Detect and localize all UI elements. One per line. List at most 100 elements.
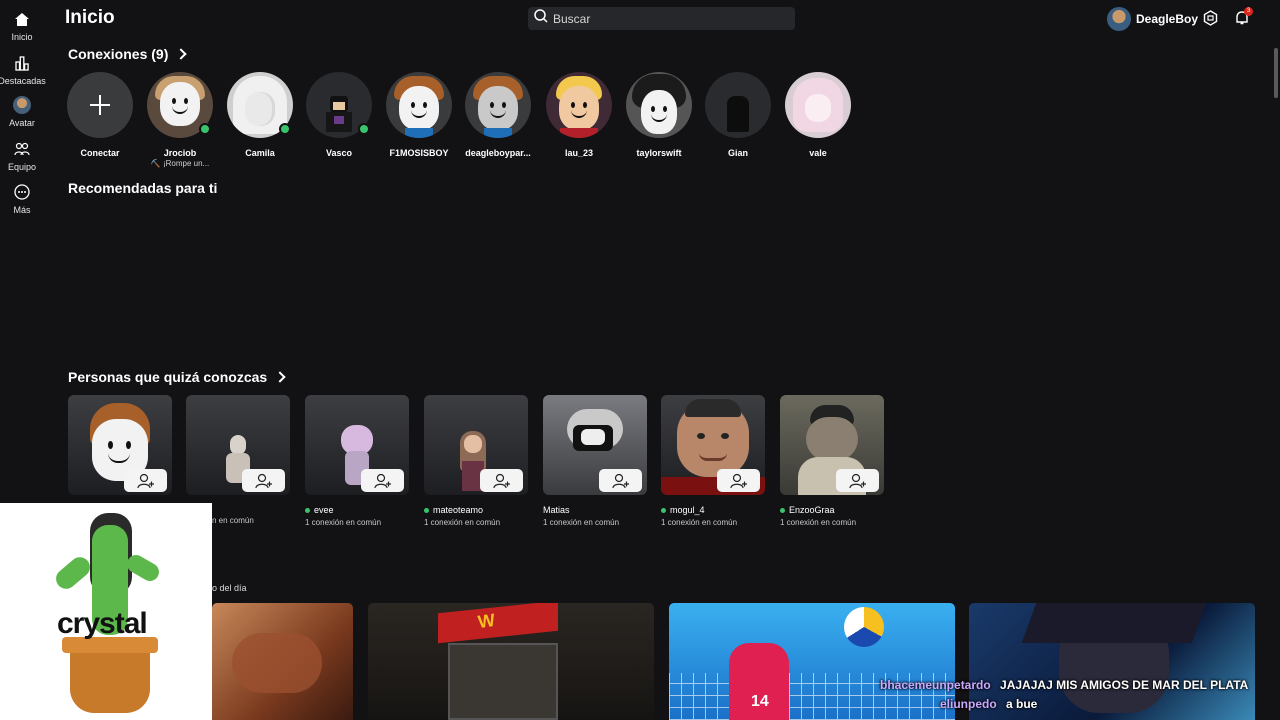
person-name: mateoteamo xyxy=(424,505,528,515)
person-card[interactable] xyxy=(186,395,290,495)
connection-name: taylorswift xyxy=(636,148,682,158)
add-friend-button[interactable] xyxy=(361,469,404,492)
sidebar-item-charts[interactable]: Destacadas xyxy=(0,54,46,86)
person-card[interactable]: Matias 1 conexión en común xyxy=(543,395,647,527)
online-indicator xyxy=(279,123,291,135)
add-friend-button[interactable] xyxy=(242,469,285,492)
robux-icon[interactable] xyxy=(1201,9,1219,27)
search-input[interactable] xyxy=(553,11,773,26)
person-card[interactable]: mogul_4 1 conexión en común xyxy=(661,395,765,527)
connection-avatar xyxy=(546,72,612,138)
game-tile[interactable]: 14 xyxy=(669,603,955,720)
add-friend-icon xyxy=(611,473,629,488)
add-friend-icon xyxy=(373,473,391,488)
connections-title: Conexiones (9) xyxy=(68,46,169,62)
user-profile-button[interactable]: DeagleBoy xyxy=(1107,7,1198,31)
games-section-label: o del día xyxy=(212,583,247,593)
person-card[interactable]: EnzooGraa 1 conexión en común xyxy=(780,395,884,527)
connection-item[interactable]: lau_23 xyxy=(539,72,619,158)
connect-button[interactable]: Conectar xyxy=(60,72,140,158)
page-title: Inicio xyxy=(65,7,115,28)
connection-avatar xyxy=(465,72,531,138)
chevron-right-icon xyxy=(274,371,286,383)
notification-badge: 3 xyxy=(1244,7,1253,16)
connection-item[interactable]: taylorswift xyxy=(619,72,699,158)
person-avatar xyxy=(543,395,647,495)
sidebar-item-label: Destacadas xyxy=(0,76,46,86)
person-name: EnzooGraa xyxy=(780,505,884,515)
add-friend-button[interactable] xyxy=(717,469,760,492)
online-indicator xyxy=(305,507,310,513)
add-friend-button[interactable] xyxy=(836,469,879,492)
connection-name: Conectar xyxy=(80,148,120,158)
sidebar-item-more[interactable]: Más xyxy=(0,183,44,215)
chat-username: bhacemeunpetardo xyxy=(880,678,991,692)
add-friend-button[interactable] xyxy=(480,469,523,492)
online-indicator xyxy=(358,123,370,135)
connections-header[interactable]: Conexiones (9) xyxy=(68,46,188,62)
page-scrollbar[interactable] xyxy=(1274,48,1278,98)
search-bar[interactable] xyxy=(528,7,795,30)
add-friend-button[interactable] xyxy=(599,469,642,492)
online-indicator xyxy=(424,507,429,513)
connection-name: deagleboypar... xyxy=(465,148,531,158)
mutual-count: 1 conexión en común xyxy=(305,518,382,527)
mutual-count: 1 conexión en común xyxy=(661,518,738,527)
sidebar-item-home[interactable]: Inicio xyxy=(0,10,44,42)
person-avatar xyxy=(186,395,290,495)
add-friend-button[interactable] xyxy=(124,469,167,492)
chat-message: bhacemeunpetardo JAJAJAJ MIS AMIGOS DE M… xyxy=(880,678,1248,692)
online-indicator xyxy=(780,507,785,513)
person-card[interactable] xyxy=(68,395,172,495)
more-icon xyxy=(13,183,31,201)
sticker-caption: crystal xyxy=(57,607,148,640)
connection-avatar xyxy=(626,72,692,138)
connection-item[interactable]: F1MOSISBOY xyxy=(379,72,459,158)
username: DeagleBoy xyxy=(1136,12,1199,26)
home-icon xyxy=(13,10,31,28)
avatar xyxy=(1107,7,1131,31)
connection-name: Camila xyxy=(245,148,275,158)
connection-item[interactable]: Gian xyxy=(698,72,778,158)
sidebar-item-label: Inicio xyxy=(11,32,33,42)
sidebar-item-avatar[interactable]: Avatar xyxy=(0,96,44,128)
connection-item[interactable]: Jrociob ⛏️ ¡Rompe un... xyxy=(140,72,220,168)
connection-item[interactable]: Camila xyxy=(220,72,300,158)
chat-username: eliunpedo xyxy=(940,697,997,711)
people-header[interactable]: Personas que quizá conozcas xyxy=(68,369,286,385)
connection-item[interactable]: Vasco xyxy=(299,72,379,158)
sidebar-item-label: Más xyxy=(13,205,31,215)
chat-message: eliunpedo a bue xyxy=(940,697,1037,711)
person-card[interactable]: mateoteamo 1 conexión en común xyxy=(424,395,528,527)
connection-avatar xyxy=(785,72,851,138)
connection-avatar xyxy=(705,72,771,138)
person-name: Matias xyxy=(543,505,570,515)
connection-item[interactable]: vale xyxy=(778,72,858,158)
chat-text: JAJAJAJ MIS AMIGOS DE MAR DEL PLATA xyxy=(1000,678,1249,692)
add-icon xyxy=(67,72,133,138)
online-indicator xyxy=(661,507,666,513)
avatar-icon xyxy=(13,96,31,114)
chevron-right-icon xyxy=(175,48,188,60)
game-tile[interactable]: W xyxy=(368,603,654,720)
add-friend-icon xyxy=(254,473,272,488)
sidebar-item-label: Equipo xyxy=(7,162,37,172)
connection-name: F1MOSISBOY xyxy=(389,148,449,158)
search-icon xyxy=(534,9,548,28)
mutual-count: 1 conexión en común xyxy=(543,518,620,527)
recommended-title: Recomendadas para ti xyxy=(68,180,218,196)
game-tile[interactable] xyxy=(212,603,353,720)
sidebar-item-team[interactable]: Equipo xyxy=(0,140,44,172)
sidebar-item-label: Avatar xyxy=(9,118,35,128)
mutual-count: n en común xyxy=(212,516,254,525)
connection-name: Vasco xyxy=(325,148,353,158)
team-icon xyxy=(13,140,31,158)
person-card[interactable]: evee 1 conexión en común xyxy=(305,395,409,527)
person-avatar xyxy=(780,395,884,495)
home-page: Inicio Destacadas Avatar Equipo Más Inic… xyxy=(0,0,1280,720)
connection-item[interactable]: deagleboypar... xyxy=(458,72,538,158)
add-friend-icon xyxy=(492,473,510,488)
people-title: Personas que quizá conozcas xyxy=(68,369,268,385)
mutual-count: 1 conexión en común xyxy=(780,518,857,527)
connection-name: lau_23 xyxy=(564,148,594,158)
